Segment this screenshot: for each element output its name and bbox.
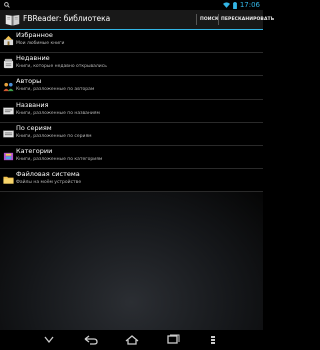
page-title: FBReader: библиотека [23,14,111,23]
authors-icon [3,83,14,92]
hide-keyboard-icon[interactable] [42,334,56,346]
status-bar: 17:06 [0,0,263,10]
empty-area [0,192,263,330]
library-item-titles[interactable]: Названия Книги, разложенные по названиям [0,100,263,123]
battery-icon [232,1,237,9]
list-item-title: По сериям [16,123,52,132]
list-item-subtitle: Книги, которые недавно открывались [16,64,107,70]
list-item-title: Недавние [16,54,50,63]
divider [218,14,219,25]
categories-icon [3,152,14,161]
list-item-subtitle: Книги, разложенные по категориям [16,156,103,162]
list-item-title: Категории [16,146,53,155]
favorites-icon [3,35,14,46]
menu-icon[interactable] [206,334,220,346]
action-bar: FBReader: библиотека ПОИСК ПЕРЕСКАНИРОВА… [0,10,274,30]
list-item-subtitle: Книги, разложенные по сериям [16,133,92,139]
library-item-categories[interactable]: Категории Книги, разложенные по категори… [0,146,263,170]
titles-icon [3,107,14,114]
library-item-authors[interactable]: Авторы Книги, разложенные по авторам [0,76,263,100]
list-item-subtitle: Файлы на моём устройстве [16,180,82,186]
recent-icon [3,59,14,69]
search-notification-icon [4,2,10,8]
library-list: Избранное Мои любимые книги Недавние Кни… [0,30,263,193]
library-item-file-system[interactable]: Файловая система Файлы на моём устройств… [0,169,263,193]
divider [196,14,197,25]
app-logo-icon[interactable] [5,12,20,27]
navigation-bar [0,330,263,350]
library-item-recent[interactable]: Недавние Книги, которые недавно открывал… [0,53,263,77]
wifi-icon [222,2,230,8]
recent-apps-icon[interactable] [166,334,180,346]
list-item-title: Файловая система [16,170,80,179]
back-icon[interactable] [84,334,98,346]
rescan-button[interactable]: ПЕРЕСКАНИРОВАТЬ [221,10,274,29]
library-item-series[interactable]: По сериям Книги, разложенные по сериям [0,123,263,146]
clock: 17:06 [239,1,260,9]
list-item-title: Избранное [16,31,53,39]
folder-icon [3,176,14,184]
home-icon[interactable] [125,334,139,346]
list-item-subtitle: Книги, разложенные по авторам [16,87,95,93]
list-item-subtitle: Книги, разложенные по названиям [16,110,100,116]
library-item-favorites[interactable]: Избранное Мои любимые книги [0,30,263,54]
list-item-subtitle: Мои любимые книги [16,41,65,46]
list-item-title: Авторы [16,77,42,86]
series-icon [3,130,14,138]
search-button[interactable]: ПОИСК [200,10,219,29]
list-item-title: Названия [16,100,49,109]
